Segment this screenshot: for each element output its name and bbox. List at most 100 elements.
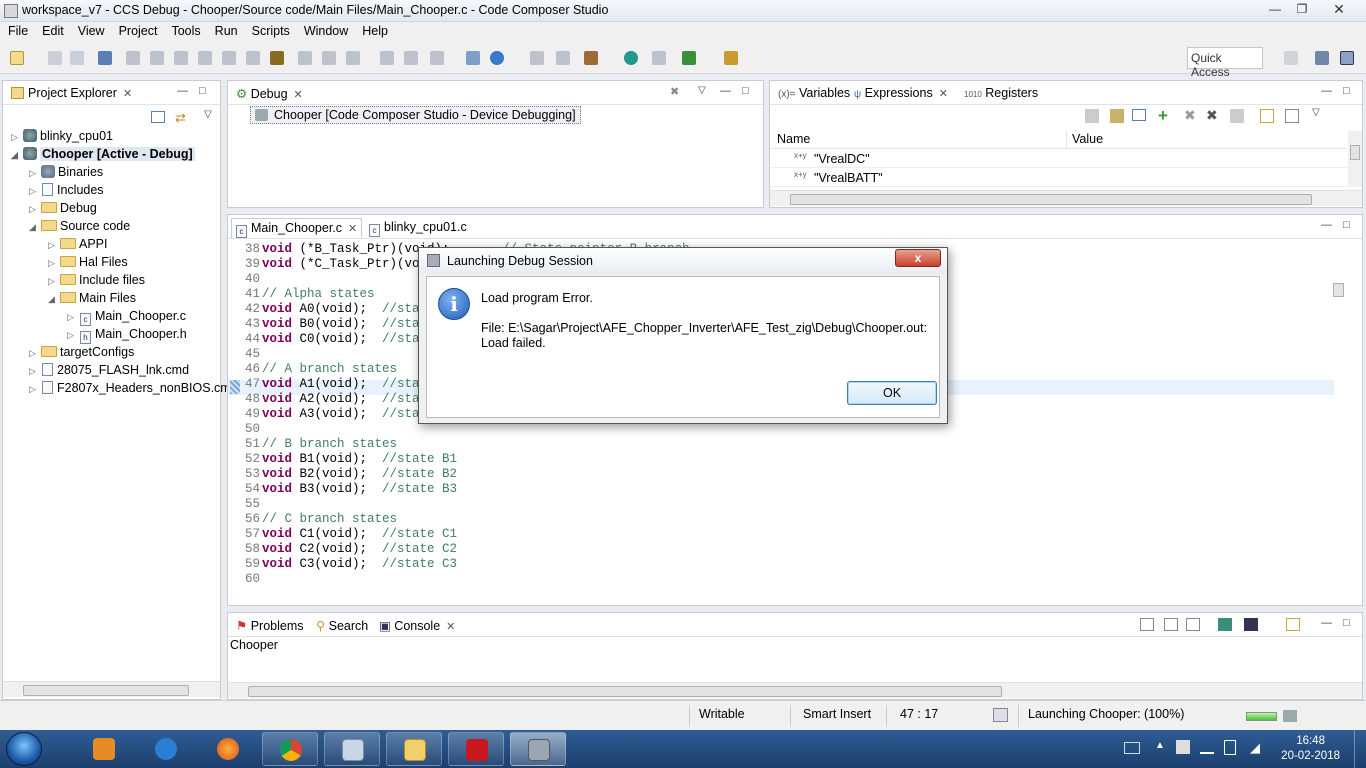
remove-icon[interactable]: ✖ — [1184, 107, 1196, 124]
tab-problems[interactable]: ⚑ Problems — [232, 616, 308, 636]
view-menu-icon[interactable]: ▽ — [698, 85, 706, 96]
debug-bug-icon[interactable] — [682, 51, 696, 65]
progress-icon[interactable] — [993, 708, 1008, 722]
tree-item-hal-files[interactable]: ▷ Hal Files — [48, 253, 128, 271]
external-tools-icon[interactable] — [724, 51, 738, 65]
code-line[interactable]: 40 — [228, 272, 262, 287]
horizontal-scrollbar[interactable] — [3, 681, 220, 697]
debug-session-item[interactable]: Chooper [Code Composer Studio - Device D… — [250, 106, 581, 124]
word-wrap-icon[interactable] — [1186, 618, 1200, 631]
taskbar-media-player[interactable] — [76, 732, 132, 766]
menu-tools[interactable]: Tools — [163, 22, 206, 38]
show-desktop-button[interactable] — [1354, 730, 1366, 768]
step-return-icon[interactable] — [246, 51, 260, 65]
tree-item-include-files[interactable]: ▷ Include files — [48, 271, 145, 289]
show-hidden-icons[interactable]: ▲ — [1155, 740, 1165, 751]
refresh-icon[interactable] — [1230, 109, 1244, 123]
editor-vertical-scrollbar[interactable] — [1331, 243, 1345, 591]
horizontal-scrollbar[interactable] — [228, 682, 1362, 698]
new-icon[interactable] — [10, 51, 24, 65]
keyboard-icon[interactable] — [1124, 742, 1140, 754]
build-hammer-icon[interactable] — [584, 51, 598, 65]
back-icon[interactable] — [530, 51, 544, 65]
open-console-icon[interactable] — [1286, 618, 1300, 631]
tab-expressions[interactable]: ψ Expressions ✕ — [850, 84, 952, 104]
tab-variables[interactable]: (x)= Variables — [774, 84, 854, 104]
quick-access-input[interactable]: Quick Access — [1187, 47, 1263, 79]
forward-icon[interactable] — [556, 51, 570, 65]
volume-icon[interactable]: ◢ — [1250, 740, 1260, 756]
code-line[interactable]: 56// C branch states — [228, 512, 397, 527]
power-icon[interactable] — [1224, 740, 1236, 755]
skip-breakpoints-icon[interactable] — [404, 51, 418, 65]
taskbar-ccs[interactable] — [510, 732, 566, 766]
close-icon[interactable]: ✕ — [294, 89, 303, 101]
view-menu-icon[interactable]: ▽ — [1312, 107, 1320, 118]
menu-scripts[interactable]: Scripts — [244, 22, 296, 38]
menu-view[interactable]: View — [70, 22, 111, 38]
code-line[interactable]: 57 void C1(void); //state C1 — [228, 527, 457, 542]
restart-icon[interactable] — [298, 51, 312, 65]
tab-main-chooper-c[interactable]: c Main_Chooper.c ✕ — [231, 218, 363, 238]
connect-icon[interactable] — [430, 51, 444, 65]
table-row[interactable]: x+y "VrealDC" — [770, 150, 1347, 168]
menu-help[interactable]: Help — [354, 22, 394, 38]
memory-grid-icon[interactable] — [270, 51, 284, 65]
clear-console-icon[interactable] — [1140, 618, 1154, 631]
tree-item-targetconfigs[interactable]: ▷ targetConfigs — [29, 343, 134, 361]
import-icon[interactable] — [1110, 109, 1124, 123]
pin-console-icon[interactable] — [1218, 618, 1232, 631]
code-line[interactable]: 46// A branch states — [228, 362, 397, 377]
tree-item-blinky[interactable]: ▷ blinky_cpu01 — [11, 127, 113, 145]
ccs-edit-perspective-icon[interactable] — [1315, 51, 1329, 65]
pin-icon[interactable] — [1285, 109, 1299, 123]
code-line[interactable]: 41// Alpha states — [228, 287, 375, 302]
collapse-all-icon[interactable] — [151, 111, 165, 123]
new-window-icon[interactable] — [652, 51, 666, 65]
tab-debug[interactable]: ⚙ Debug ✕ — [232, 84, 307, 104]
vertical-scrollbar[interactable] — [1348, 131, 1362, 187]
scrollbar-thumb[interactable] — [790, 194, 1312, 205]
taskbar-explorer[interactable] — [386, 732, 442, 766]
remove-all-icon[interactable]: ✖ — [1206, 107, 1218, 124]
scrollbar-thumb[interactable] — [23, 685, 189, 696]
tree-item-main-files[interactable]: ◢ Main Files — [48, 289, 136, 307]
minimize-icon[interactable]: — — [1321, 617, 1332, 629]
step-over-icon[interactable] — [222, 51, 236, 65]
taskbar-internet-explorer[interactable] — [138, 732, 194, 766]
reset-icon[interactable] — [322, 51, 336, 65]
table-row[interactable]: x+y "VrealBATT" — [770, 169, 1347, 187]
maximize-icon[interactable]: □ — [1343, 617, 1350, 629]
link-editor-icon[interactable]: ⇄ — [175, 110, 186, 126]
clock[interactable]: 16:48 20-02-2018 — [1281, 734, 1340, 764]
remove-terminated-icon[interactable]: ✖ — [670, 85, 679, 98]
maximize-button[interactable]: ❐ — [1289, 1, 1315, 18]
target-icon[interactable] — [466, 51, 480, 65]
ccs-debug-perspective-icon[interactable] — [1340, 51, 1354, 65]
suspend-icon[interactable] — [150, 51, 164, 65]
new-watch-icon[interactable] — [1260, 109, 1274, 123]
start-button[interactable] — [6, 732, 42, 766]
tree-item-appi[interactable]: ▷ APPI — [48, 235, 108, 253]
maximize-icon[interactable]: □ — [1343, 219, 1350, 231]
add-expression-icon[interactable]: + — [1158, 106, 1168, 126]
maximize-icon[interactable]: □ — [1343, 85, 1350, 97]
tab-search[interactable]: ⚲ Search — [312, 616, 372, 636]
code-line[interactable]: 60 — [228, 572, 262, 587]
tab-registers[interactable]: 1010 Registers — [960, 84, 1042, 104]
close-icon[interactable]: ✕ — [446, 621, 455, 633]
step-into-icon[interactable] — [198, 51, 212, 65]
tree-item-headers-cmd[interactable]: ▷ F2807x_Headers_nonBIOS.cmd — [29, 379, 238, 397]
code-line[interactable]: 52 void B1(void); //state B1 — [228, 452, 457, 467]
maximize-icon[interactable]: □ — [742, 85, 749, 97]
tree-item-includes[interactable]: ▷ Includes — [29, 181, 104, 199]
menu-file[interactable]: File — [0, 22, 34, 38]
close-window-button[interactable]: ✕ — [1326, 1, 1352, 18]
open-perspective-icon[interactable] — [1284, 51, 1298, 65]
terminate-icon[interactable] — [174, 51, 188, 65]
ok-button[interactable]: OK — [847, 381, 937, 405]
code-line[interactable]: 54 void B3(void); //state B3 — [228, 482, 457, 497]
maximize-icon[interactable]: □ — [199, 85, 206, 97]
taskbar-firefox[interactable] — [200, 732, 256, 766]
close-icon[interactable]: ✕ — [123, 88, 132, 100]
